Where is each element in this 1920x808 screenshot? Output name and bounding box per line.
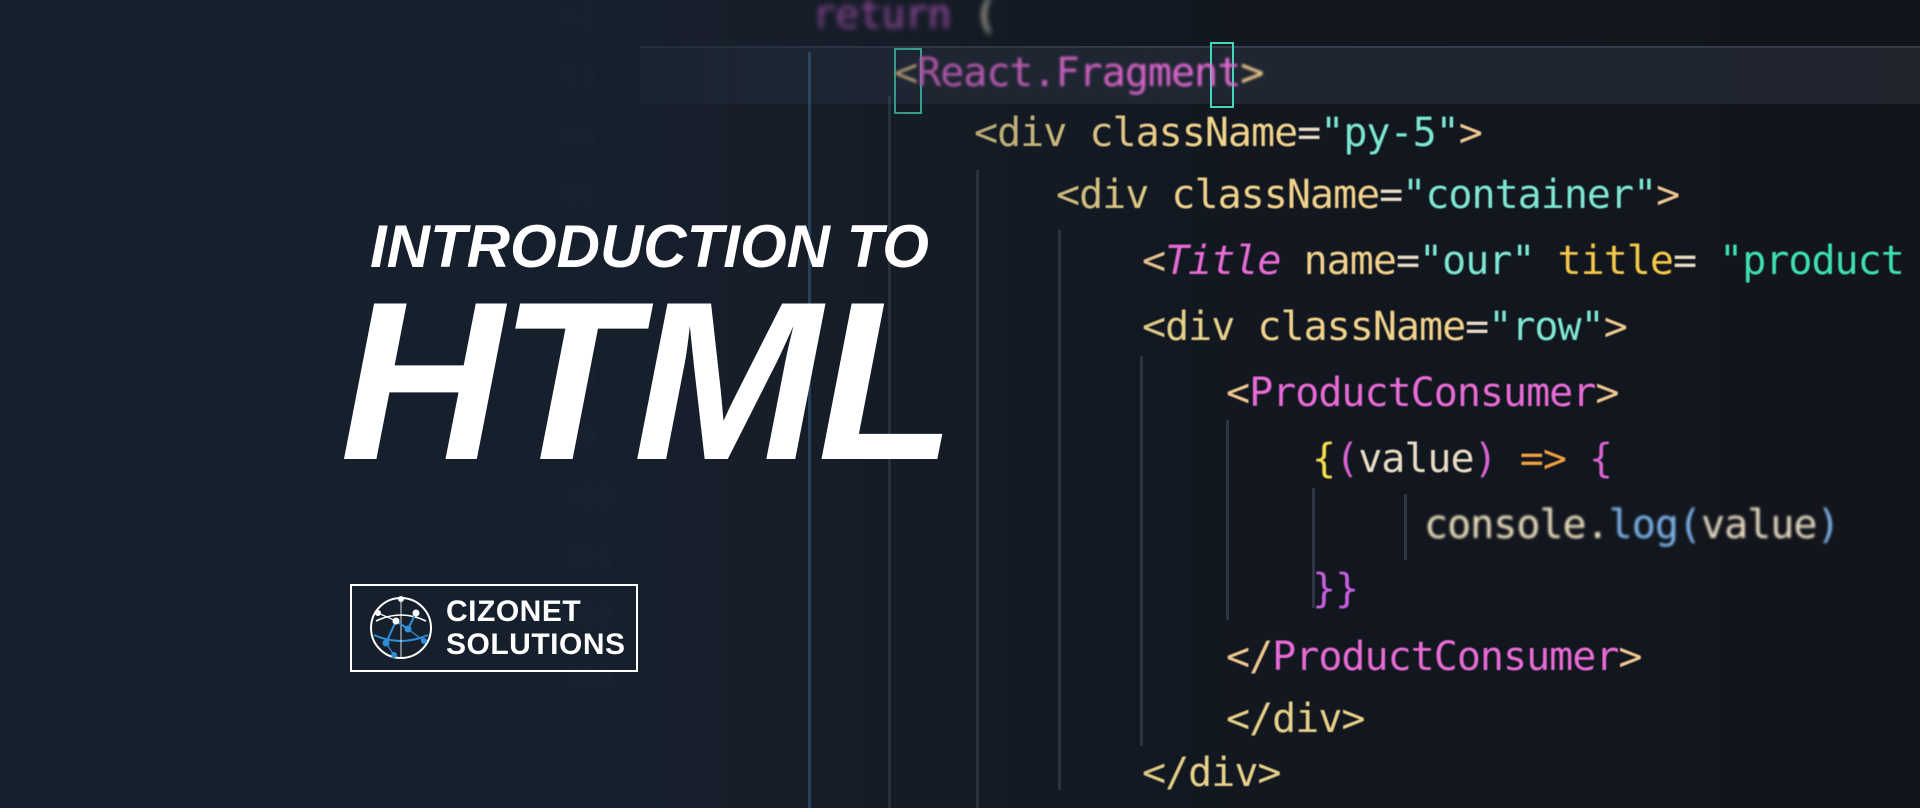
- line-number: 101: [560, 540, 615, 575]
- code-line-close-consumer: </ProductConsumer>: [1226, 634, 1643, 680]
- line-number: 94: [560, 120, 597, 155]
- code-line-return: return (: [812, 0, 998, 38]
- code-line-fragment: <React.Fragment>: [894, 50, 1264, 96]
- brand-name-line1: CIZONET: [446, 595, 582, 628]
- network-globe-icon: [370, 596, 432, 659]
- indent-guide: [1058, 230, 1061, 790]
- code-line-arrow-fn: {(value) => {: [1312, 436, 1613, 482]
- code-line-div-row: <div className="row">: [1142, 304, 1628, 350]
- code-line-title: <Title name="our" title= "product: [1142, 238, 1905, 284]
- indent-guide: [1226, 420, 1229, 620]
- code-line-close-div: </div>: [1142, 750, 1281, 796]
- line-number: 93: [560, 60, 597, 95]
- left-vignette: [0, 0, 1920, 808]
- code-line-product-consumer: <ProductConsumer>: [1226, 370, 1619, 416]
- brand-logo: CIZONET SOLUTIONS: [350, 584, 638, 672]
- line-number: 92: [560, 0, 597, 35]
- code-line-close-braces: }}: [1312, 566, 1359, 612]
- indent-guide: [1404, 494, 1407, 560]
- line-number: 95: [560, 180, 597, 215]
- current-line-highlight: [640, 46, 1920, 104]
- headline-title: HTML: [340, 254, 956, 507]
- code-line-div-py5: <div className="py-5">: [974, 110, 1483, 156]
- code-line-div-container: <div className="container">: [1056, 172, 1680, 218]
- code-line-close-div: </div>: [1226, 696, 1365, 742]
- indent-guide: [1140, 356, 1143, 746]
- brand-name-line2: SOLUTIONS: [446, 628, 626, 661]
- hero-banner: 92 93 94 95 96 97 98 99 100 101 102 103 …: [0, 0, 1920, 808]
- code-line-console-log: console.log(value): [1424, 502, 1841, 548]
- brand-name: CIZONET SOLUTIONS: [446, 595, 626, 661]
- indent-guide: [976, 170, 979, 808]
